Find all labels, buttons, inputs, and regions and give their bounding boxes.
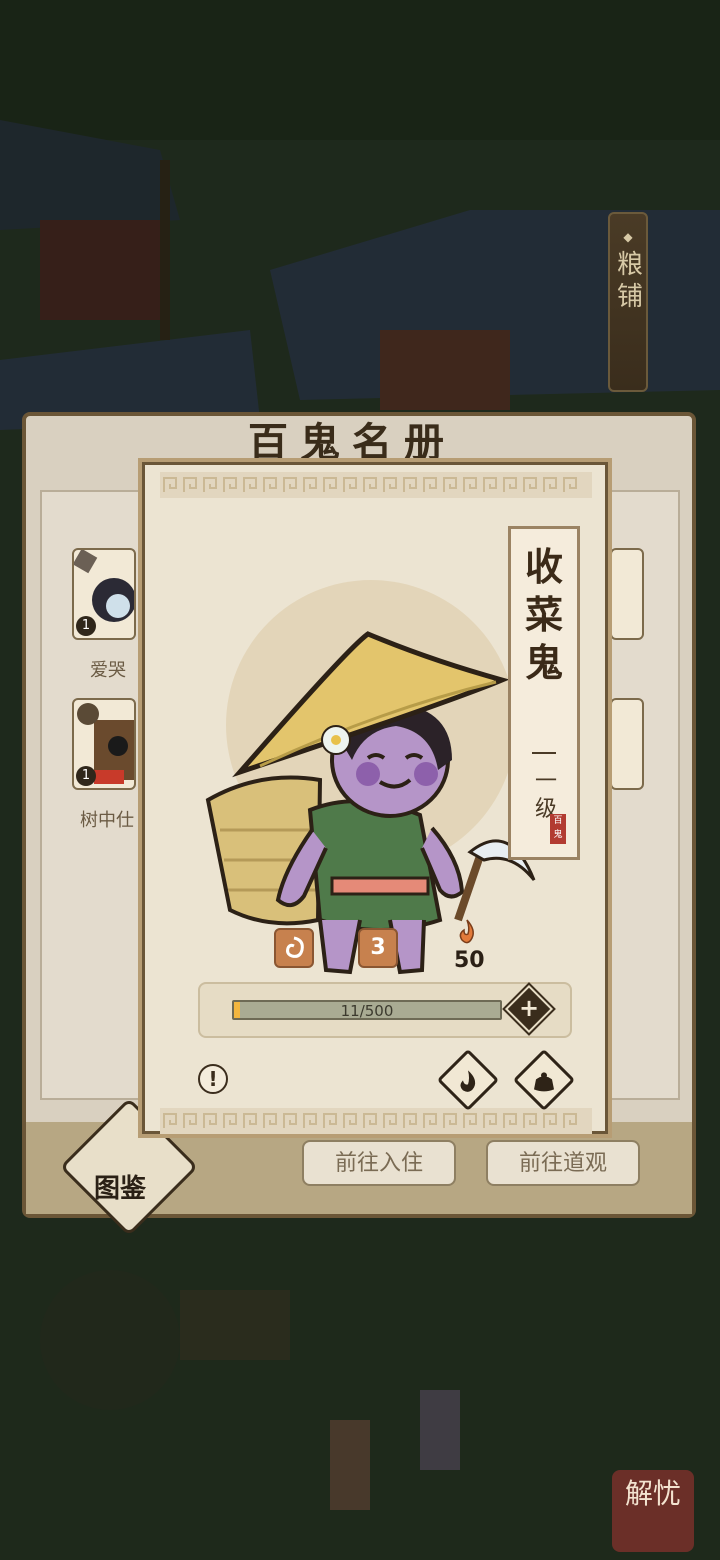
gift-bag-icon [534,1072,554,1092]
tile-level: 1 [76,616,96,636]
ghost-tile[interactable] [610,548,644,640]
flame-value: 50 [454,948,485,973]
ghost-tile[interactable]: 1 [72,548,136,640]
roster-title: 百鬼名册 [248,419,456,460]
tile-label: 树中仕 [80,810,134,831]
rank-dash [532,752,556,754]
tile-level: 1 [76,766,96,786]
card-border-pattern [160,472,592,498]
relief-corner-button[interactable]: 解忧 [612,1470,694,1552]
codex-label[interactable]: 图鉴 [94,1168,146,1205]
incense-flame-icon [460,1070,476,1092]
shop-sign[interactable]: ◆ 粮铺 [608,212,648,392]
ghost-grade-badge[interactable]: 3 [358,928,398,968]
swirl-icon [286,936,304,958]
tile-label: 爱哭 [90,660,126,681]
xp-text: 11/500 [340,1002,394,1020]
shop-sign-label: 粮铺 [612,250,643,314]
goto-residence-button[interactable]: 前往入住 [302,1140,456,1186]
flame-icon [459,919,474,944]
ghost-tile[interactable] [610,698,644,790]
seal-stamp: 百鬼 [550,814,566,844]
ghost-tile[interactable]: 1 [72,698,136,790]
plus-icon: + [518,994,540,1022]
card-border-pattern [160,1108,592,1134]
sign-dot-icon: ◆ [623,230,633,244]
info-button[interactable]: ! [198,1064,228,1094]
spirit-type-badge[interactable] [274,928,314,968]
ghost-name: 收菜鬼 [524,544,563,685]
goto-temple-button[interactable]: 前往道观 [486,1140,640,1186]
